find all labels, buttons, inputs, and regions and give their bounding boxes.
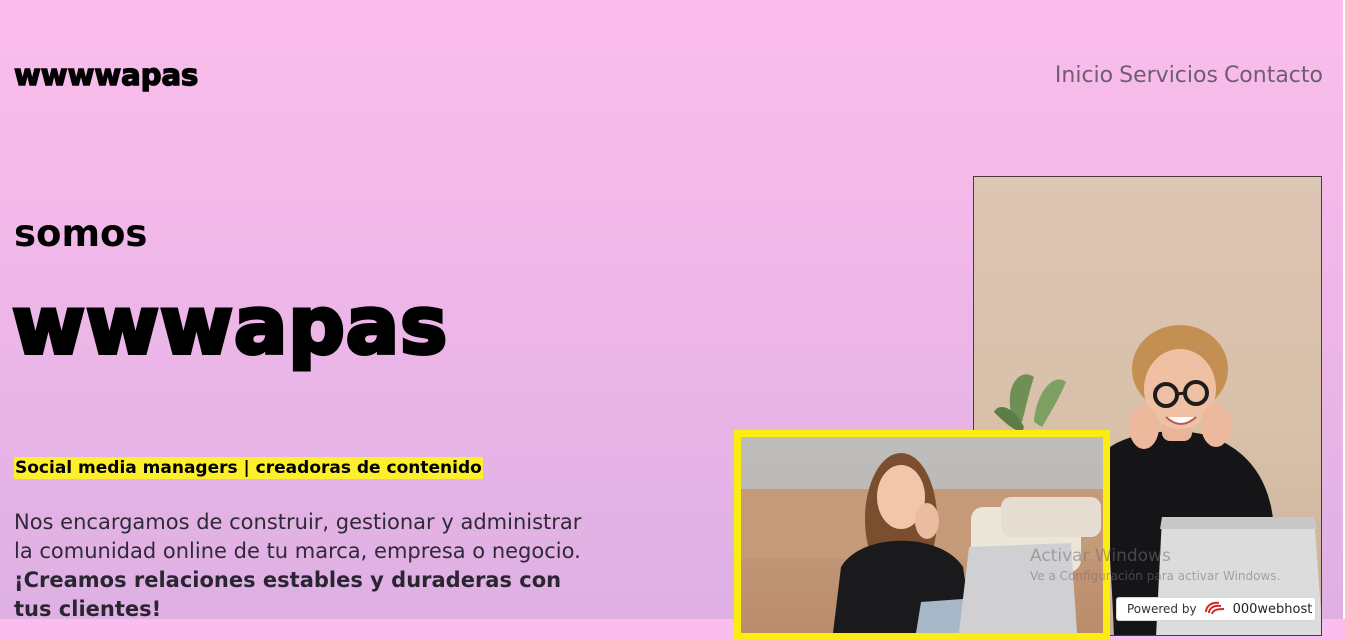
hero-intro: somos [14,212,148,255]
team-photo-secondary [734,430,1110,640]
powered-by-label: Powered by [1127,602,1197,616]
description-bold: ¡Creamos relaciones estables y duraderas… [14,568,562,621]
description-line-1: Nos encargamos de construir, gestionar y… [14,510,582,534]
main-nav: Inicio Servicios Contacto [1055,63,1323,88]
powered-by-badge[interactable]: Powered by 000webhost [1116,597,1316,621]
windows-activation-watermark: Activar Windows Ve a Configuración para … [1030,546,1280,583]
windows-watermark-title: Activar Windows [1030,546,1171,566]
nav-link-contacto[interactable]: Contacto [1224,63,1323,88]
description-line-2: la comunidad online de tu marca, empresa… [14,539,581,563]
nav-link-inicio[interactable]: Inicio [1055,63,1113,88]
nav-link-servicios[interactable]: Servicios [1119,63,1218,88]
webhost-logo-icon [1203,600,1227,619]
windows-watermark-subtitle: Ve a Configuración para activar Windows. [1030,569,1281,583]
site-logo[interactable]: wwwwapas [13,57,199,92]
hero-brand-title: wwwapas [10,280,449,372]
powered-by-host: 000webhost [1232,601,1313,617]
hero-description: Nos encargamos de construir, gestionar y… [14,508,604,624]
team-photo-secondary-illustration [741,453,1103,633]
hero-tagline: Social media managers | creadoras de con… [14,457,483,479]
